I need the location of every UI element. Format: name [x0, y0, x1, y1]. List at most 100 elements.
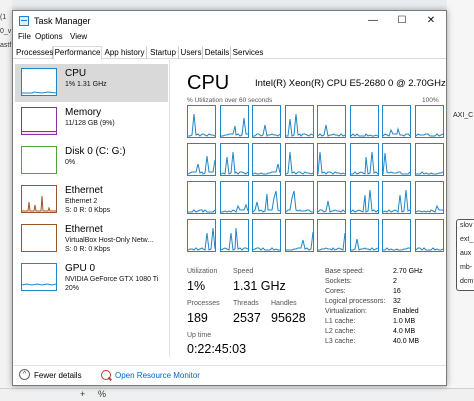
processor-usage-line [350, 189, 378, 213]
title-bar[interactable]: Task Manager — ☐ ✕ [13, 11, 446, 31]
sidebar-item-detail: 20% [65, 285, 80, 292]
processor-usage-line [318, 232, 345, 251]
spec-value: 32 [393, 298, 401, 305]
tab-details[interactable]: Details [203, 46, 231, 59]
handles-value: 95628 [271, 311, 306, 325]
utilization-value: 1% [187, 279, 206, 293]
speed-value: 1.31 GHz [233, 279, 286, 293]
processor-usage-line [415, 204, 443, 213]
maximize-button[interactable]: ☐ [387, 11, 417, 31]
ethernet-thumbnail-graph [21, 224, 57, 252]
processor-usage-line [383, 247, 410, 251]
sidebar-item-name: Ethernet [65, 224, 103, 235]
logical-processor-graph [317, 105, 346, 138]
tab-app-history[interactable]: App history [102, 46, 147, 59]
tab-users[interactable]: Users [179, 46, 203, 59]
spec-value: Enabled [393, 308, 419, 315]
menu-view[interactable]: View [70, 32, 87, 41]
processor-usage-line [220, 117, 248, 137]
fewer-details-button[interactable]: Fewer details [34, 371, 82, 380]
logical-processor-graph [382, 181, 411, 214]
disk-thumbnail-graph [21, 146, 57, 174]
bg-fragment: astf [0, 42, 12, 49]
processor-usage-line [188, 227, 215, 251]
cpu-thumbnail-line [22, 91, 57, 94]
sidebar-item-detail: S: 0 R: 0 Kbps [65, 246, 111, 253]
sidebar-item-ethernet-2[interactable]: Ethernet VirtualBox Host-Only Netw... S:… [15, 220, 168, 258]
bg-plus-button[interactable]: + [80, 389, 85, 399]
processes-label: Processes [187, 300, 220, 307]
tab-startup[interactable]: Startup [147, 46, 179, 59]
processor-usage-line [220, 227, 248, 251]
close-button[interactable]: ✕ [416, 11, 446, 31]
sidebar-item-disk[interactable]: Disk 0 (C: G:) 0% [15, 142, 168, 180]
sidebar-item-detail: S: 0 R: 0 Kbps [65, 207, 111, 214]
logical-processor-graph [219, 219, 249, 252]
logical-processor-graph [187, 219, 216, 252]
processor-usage-line [415, 171, 443, 175]
sidebar-item-memory[interactable]: Memory 11/128 GB (9%) [15, 103, 168, 141]
processes-value: 189 [187, 311, 208, 325]
spec-value: 4.0 MB [393, 328, 416, 335]
threads-label: Threads [233, 300, 259, 307]
logical-processor-graph [349, 181, 379, 214]
logical-processor-graph [284, 219, 314, 252]
spec-value: 40.0 MB [393, 338, 420, 345]
cpu-detail-panel: CPU Intel(R) Xeon(R) CPU E5-2680 0 @ 2.7… [171, 60, 446, 357]
utilization-graph-max: 100% [422, 97, 439, 104]
logical-processor-graph [284, 143, 314, 176]
processor-usage-line [350, 238, 378, 251]
bg-fragment: (1 [0, 14, 7, 21]
tab-services[interactable]: Services [231, 46, 265, 59]
gpu-thumbnail-graph [21, 263, 57, 291]
sidebar-item-detail: 1% 1.31 GHz [65, 81, 107, 88]
processor-usage-line [383, 127, 410, 137]
sidebar-item-cpu[interactable]: CPU 1% 1.31 GHz [15, 64, 168, 102]
sidebar-item-detail: 0% [65, 159, 76, 166]
processor-usage-line [318, 124, 345, 137]
uptime-value: 0:22:45:03 [187, 342, 247, 356]
menu-options[interactable]: Options [35, 32, 63, 41]
minimize-button[interactable]: — [358, 11, 388, 31]
menu-file[interactable]: File [18, 32, 31, 41]
processor-usage-line [285, 113, 313, 137]
open-resource-monitor-link[interactable]: Open Resource Monitor [115, 371, 200, 380]
logical-processor-graph [382, 143, 411, 176]
chevron-up-icon[interactable]: ^ [19, 369, 30, 380]
bg-fragment: slov [460, 222, 473, 229]
logical-processor-graph [252, 181, 281, 214]
tab-bar: Processes Performance App history Startu… [13, 45, 446, 60]
sidebar-item-name: CPU [65, 68, 87, 79]
bg-percent-button[interactable]: % [98, 389, 106, 399]
processor-usage-line [253, 163, 280, 175]
tab-processes[interactable]: Processes [15, 46, 53, 59]
processor-usage-line [220, 203, 248, 213]
logical-processor-graph [252, 143, 281, 176]
logical-processor-graph [252, 105, 281, 138]
sidebar-item-name: Disk 0 (C: G:) [65, 146, 126, 157]
utilization-graph-label: % Utilization over 60 seconds [187, 97, 273, 104]
threads-value: 2537 [233, 311, 261, 325]
spec-key: Sockets: [325, 278, 352, 285]
resource-monitor-icon [101, 370, 111, 380]
cpu-model-name: Intel(R) Xeon(R) CPU E5-2680 0 @ 2.70GHz [255, 78, 446, 89]
page-title: CPU [187, 72, 230, 94]
performance-sidebar: CPU 1% 1.31 GHz Memory 11/128 GB (9%) Di… [13, 60, 170, 357]
gpu-thumbnail-line [21, 283, 57, 286]
sidebar-item-gpu[interactable]: GPU 0 NVIDIA GeForce GTX 1080 Ti 20% [15, 259, 168, 297]
processor-usage-line [318, 200, 345, 213]
processor-usage-line [350, 133, 378, 137]
logical-processor-graphs[interactable] [187, 105, 444, 257]
processor-usage-line [253, 124, 280, 137]
uptime-label: Up time [187, 332, 212, 339]
processor-usage-line [318, 151, 345, 175]
sidebar-item-ethernet-1[interactable]: Ethernet Ethernet 2 S: 0 R: 0 Kbps [15, 181, 168, 219]
processor-usage-line [383, 152, 410, 175]
processor-usage-line [253, 190, 280, 213]
logical-processor-graph [382, 219, 411, 252]
logical-processor-graph [284, 105, 314, 138]
sidebar-item-name: Ethernet [65, 185, 103, 196]
sidebar-item-detail: Ethernet 2 [65, 198, 98, 205]
tab-performance[interactable]: Performance [53, 46, 102, 60]
background-left-panel: (1 0_v astf [0, 0, 12, 401]
